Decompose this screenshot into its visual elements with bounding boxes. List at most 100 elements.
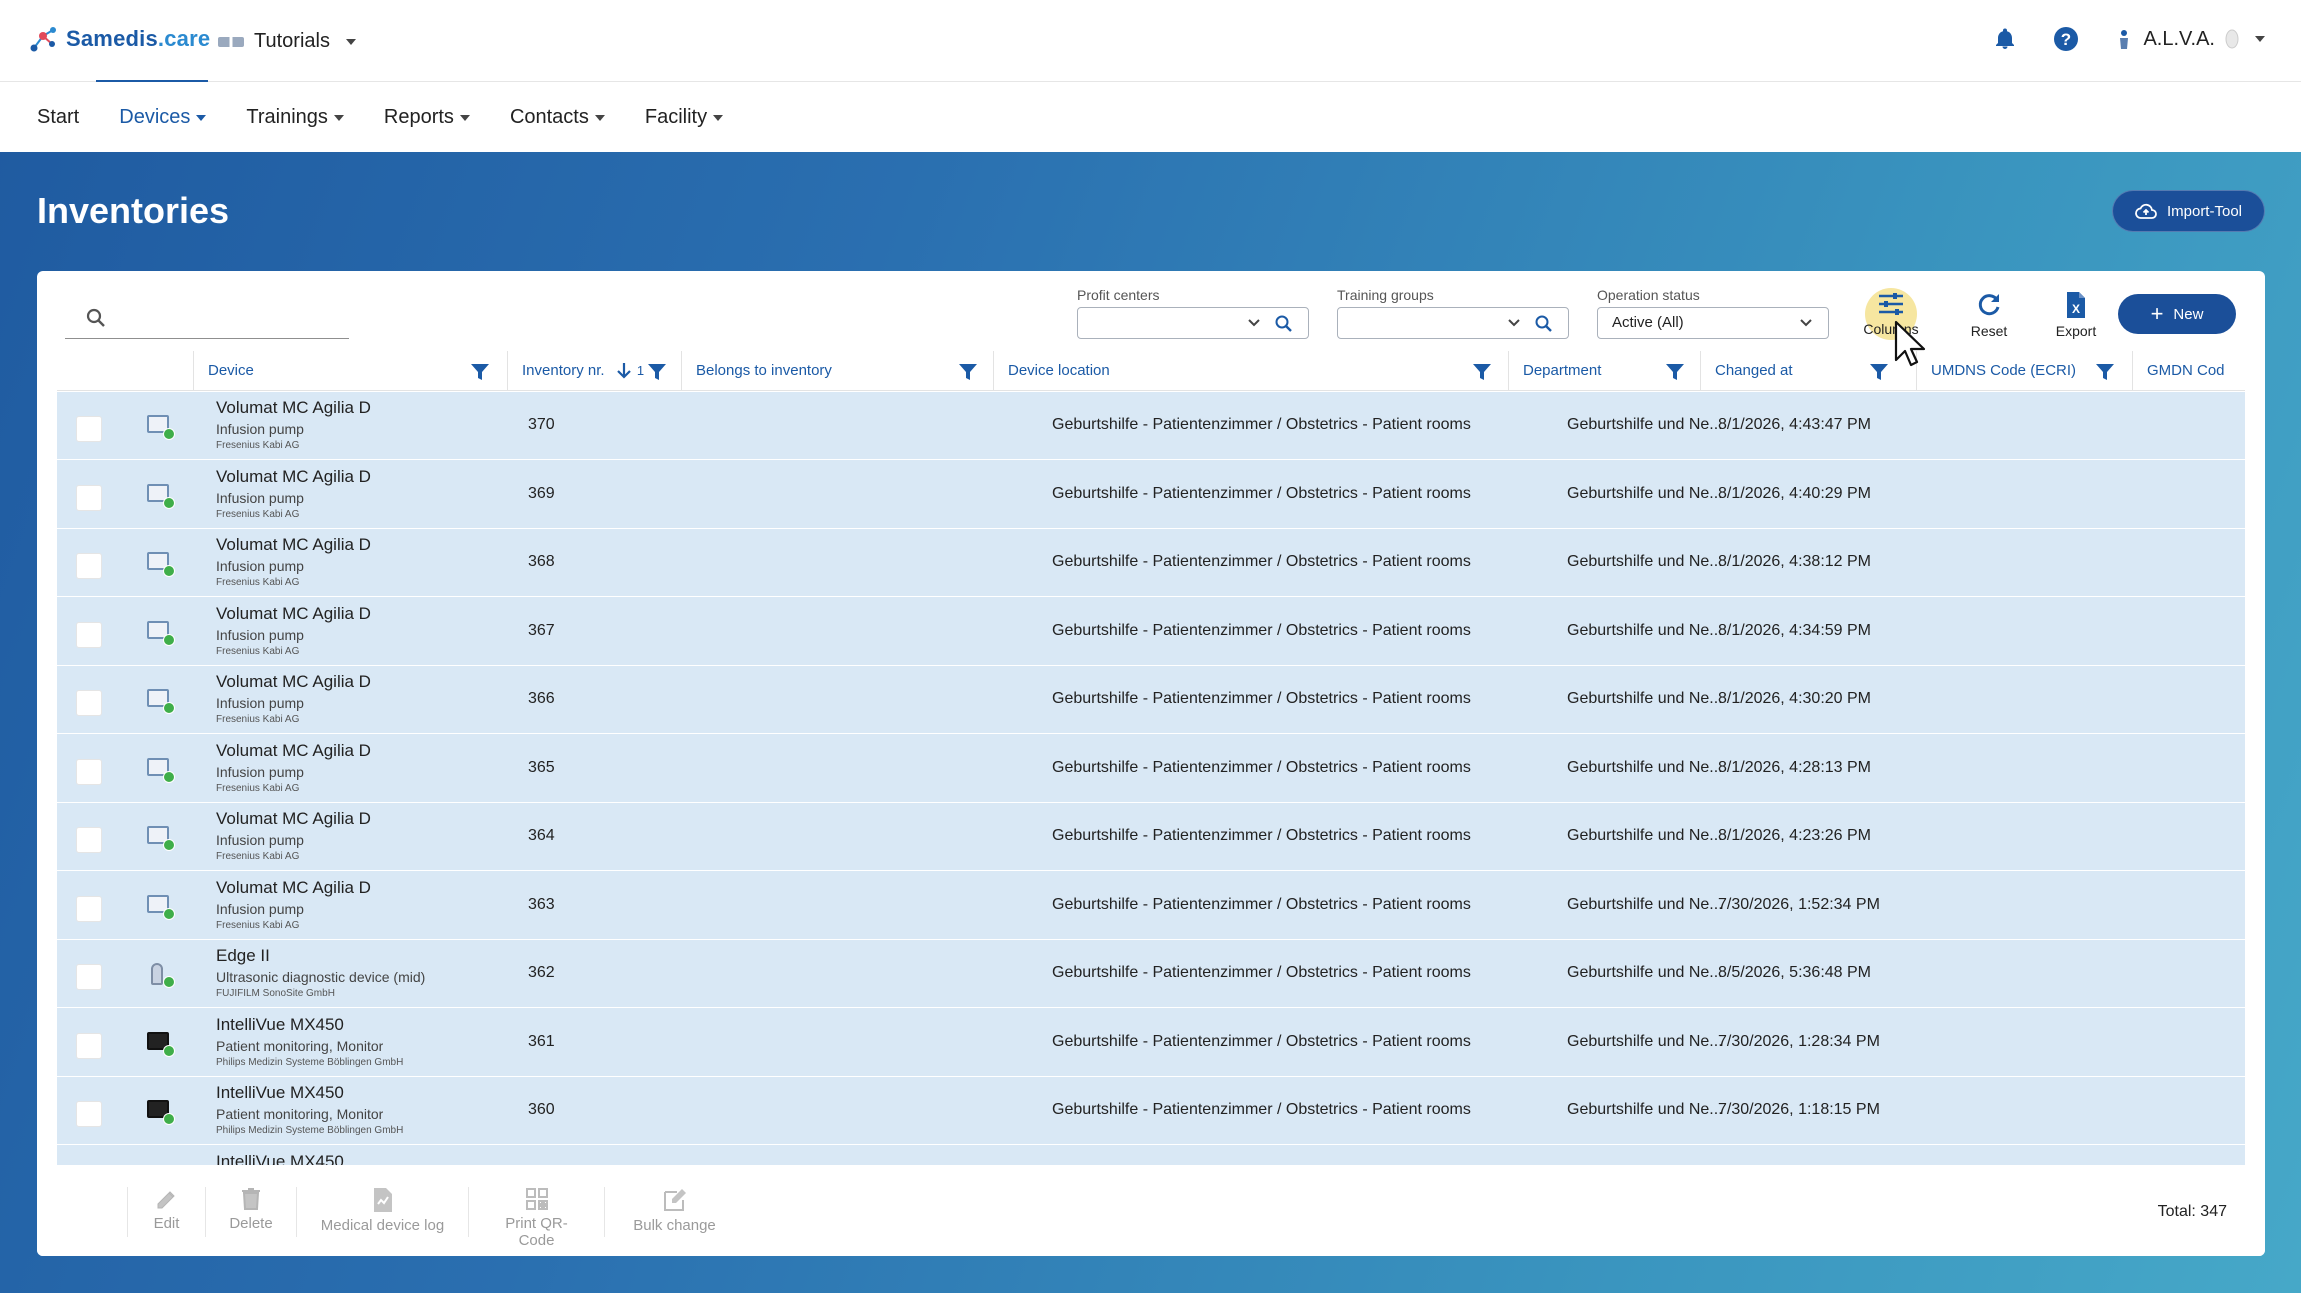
header-department[interactable]: Department bbox=[1508, 351, 1700, 391]
header-changed-at[interactable]: Changed at bbox=[1700, 351, 1916, 391]
device-name[interactable]: Volumat MC Agilia D bbox=[216, 604, 371, 624]
table-row[interactable]: Volumat MC Agilia D Infusion pump Freseniu… bbox=[57, 735, 2245, 803]
device-name[interactable]: IntelliVue MX450 bbox=[216, 1152, 344, 1166]
reset-button[interactable]: Reset bbox=[1954, 291, 2024, 339]
infusion-pump-icon bbox=[143, 618, 175, 646]
operation-status-select[interactable]: Active (All) bbox=[1597, 307, 1829, 339]
delete-button[interactable]: Delete bbox=[205, 1187, 296, 1237]
table-row[interactable]: Volumat MC Agilia D Infusion pump Freseniu… bbox=[57, 803, 2245, 871]
filter-icon[interactable] bbox=[470, 362, 490, 382]
nav-contacts[interactable]: Contacts bbox=[510, 106, 605, 129]
table-row[interactable]: Volumat MC Agilia D Infusion pump Freseniu… bbox=[57, 598, 2245, 666]
nav-facility[interactable]: Facility bbox=[645, 106, 724, 129]
row-checkbox[interactable] bbox=[76, 690, 102, 716]
filter-icon[interactable] bbox=[1869, 362, 1889, 382]
medical-device-log-button[interactable]: Medical device log bbox=[296, 1187, 468, 1237]
row-checkbox[interactable] bbox=[76, 758, 102, 785]
device-location: Geburtshilfe - Patientenzimmer / Obstetr… bbox=[1052, 758, 1471, 776]
header-gmdn-code[interactable]: GMDN Cod bbox=[2132, 351, 2245, 391]
row-checkbox[interactable] bbox=[76, 621, 102, 648]
search-icon[interactable] bbox=[1534, 314, 1554, 334]
device-name[interactable]: Volumat MC Agilia D bbox=[216, 741, 371, 761]
operation-status-value: Active (All) bbox=[1612, 314, 1684, 331]
row-checkbox[interactable] bbox=[76, 416, 102, 442]
inventory-number: 361 bbox=[528, 1032, 555, 1050]
print-qr-code-button[interactable]: Print QR-Code bbox=[468, 1187, 604, 1249]
new-button[interactable]: + New bbox=[2118, 294, 2236, 334]
user-menu[interactable]: A.L.V.A. bbox=[2115, 28, 2265, 51]
row-checkbox[interactable] bbox=[76, 553, 102, 579]
inventory-number: 366 bbox=[528, 690, 555, 707]
table-row[interactable]: IntelliVue MX450 bbox=[57, 1146, 2245, 1166]
device-type: Infusion pump bbox=[216, 832, 304, 848]
device-name[interactable]: Edge II bbox=[216, 946, 270, 966]
edit-icon bbox=[157, 1191, 175, 1209]
device-name[interactable]: Volumat MC Agilia D bbox=[216, 878, 371, 898]
header-device-location[interactable]: Device location bbox=[993, 351, 1508, 391]
tenant-logo-icon bbox=[218, 36, 244, 47]
device-name[interactable]: IntelliVue MX450 bbox=[216, 1083, 344, 1103]
table-row[interactable]: Volumat MC Agilia D Infusion pump Freseniu… bbox=[57, 872, 2245, 940]
tenant-selector[interactable]: Tutorials bbox=[218, 30, 356, 53]
user-avatar-icon bbox=[2225, 29, 2239, 49]
header-inventory-nr[interactable]: Inventory nr. 1 bbox=[507, 351, 681, 391]
chevron-down-icon bbox=[1800, 319, 1812, 327]
profit-centers-field[interactable] bbox=[1077, 307, 1309, 339]
inventory-number: 368 bbox=[528, 553, 555, 570]
table-row[interactable]: Volumat MC Agilia D Infusion pump Freseniu… bbox=[57, 666, 2245, 734]
status-dot bbox=[163, 907, 175, 920]
device-name[interactable]: Volumat MC Agilia D bbox=[216, 672, 371, 692]
department: Geburtshilfe und Ne... bbox=[1567, 621, 1723, 639]
row-checkbox[interactable] bbox=[76, 484, 102, 511]
header-umdns-code[interactable]: UMDNS Code (ECRI) bbox=[1916, 351, 2132, 391]
header-device[interactable]: Device bbox=[193, 351, 507, 391]
nav-start[interactable]: Start bbox=[37, 106, 79, 129]
filter-icon[interactable] bbox=[958, 362, 978, 382]
header-select bbox=[57, 351, 151, 391]
table-row[interactable]: Volumat MC Agilia D Infusion pump Freseniu… bbox=[57, 529, 2245, 597]
header-belongs-to-inventory[interactable]: Belongs to inventory bbox=[681, 351, 993, 391]
bell-icon[interactable] bbox=[1993, 27, 2017, 51]
chevron-down-icon[interactable] bbox=[1506, 316, 1522, 330]
row-checkbox[interactable] bbox=[76, 1032, 102, 1059]
training-groups-field[interactable] bbox=[1337, 307, 1569, 339]
row-checkbox[interactable] bbox=[76, 827, 102, 853]
table-row[interactable]: Volumat MC Agilia D Infusion pump Freseniu… bbox=[57, 392, 2245, 460]
changed-at: 7/30/2026, 1:28:34 PM bbox=[1718, 1032, 1880, 1050]
device-name[interactable]: IntelliVue MX450 bbox=[216, 1015, 344, 1035]
sort-down-icon[interactable] bbox=[615, 361, 633, 381]
device-name[interactable]: Volumat MC Agilia D bbox=[216, 398, 371, 418]
device-name[interactable]: Volumat MC Agilia D bbox=[216, 535, 371, 555]
operation-status-label: Operation status bbox=[1597, 287, 1700, 303]
device-name[interactable]: Volumat MC Agilia D bbox=[216, 467, 371, 487]
edit-button[interactable]: Edit bbox=[127, 1187, 205, 1237]
row-checkbox[interactable] bbox=[76, 1101, 102, 1127]
nav-reports[interactable]: Reports bbox=[384, 106, 470, 129]
app-logo[interactable]: Samedis.care bbox=[28, 24, 210, 54]
import-tool-button[interactable]: Import-Tool bbox=[2111, 190, 2265, 232]
filter-icon[interactable] bbox=[1665, 362, 1685, 382]
filter-icon[interactable] bbox=[1472, 362, 1492, 382]
filter-icon[interactable] bbox=[2095, 362, 2115, 382]
device-name[interactable]: Volumat MC Agilia D bbox=[216, 809, 371, 829]
device-type: Infusion pump bbox=[216, 489, 304, 506]
search-icon[interactable] bbox=[1274, 314, 1294, 334]
training-groups-filter: Training groups bbox=[1337, 287, 1569, 339]
row-checkbox[interactable] bbox=[76, 964, 102, 990]
export-button[interactable]: X Export bbox=[2041, 291, 2111, 339]
filter-icon[interactable] bbox=[647, 362, 667, 382]
search-input[interactable] bbox=[65, 301, 349, 339]
table-row[interactable]: IntelliVue MX450 Patient monitoring, Moni… bbox=[57, 1009, 2245, 1077]
changed-at: 8/1/2026, 4:38:12 PM bbox=[1718, 553, 1871, 570]
table-row[interactable]: IntelliVue MX450 Patient monitoring, Moni… bbox=[57, 1077, 2245, 1145]
table-row[interactable]: Volumat MC Agilia D Infusion pump Freseniu… bbox=[57, 461, 2245, 529]
help-icon[interactable]: ? bbox=[2053, 26, 2079, 52]
row-checkbox[interactable] bbox=[76, 895, 102, 922]
table-row[interactable]: Edge II Ultrasonic diagnostic device (mid… bbox=[57, 940, 2245, 1008]
nav-trainings[interactable]: Trainings bbox=[246, 106, 344, 129]
department: Geburtshilfe und Ne... bbox=[1567, 484, 1723, 502]
nav-devices[interactable]: Devices bbox=[119, 106, 207, 129]
import-tool-label: Import-Tool bbox=[2166, 202, 2242, 220]
bulk-change-button[interactable]: Bulk change bbox=[604, 1187, 744, 1237]
chevron-down-icon[interactable] bbox=[1246, 316, 1262, 330]
